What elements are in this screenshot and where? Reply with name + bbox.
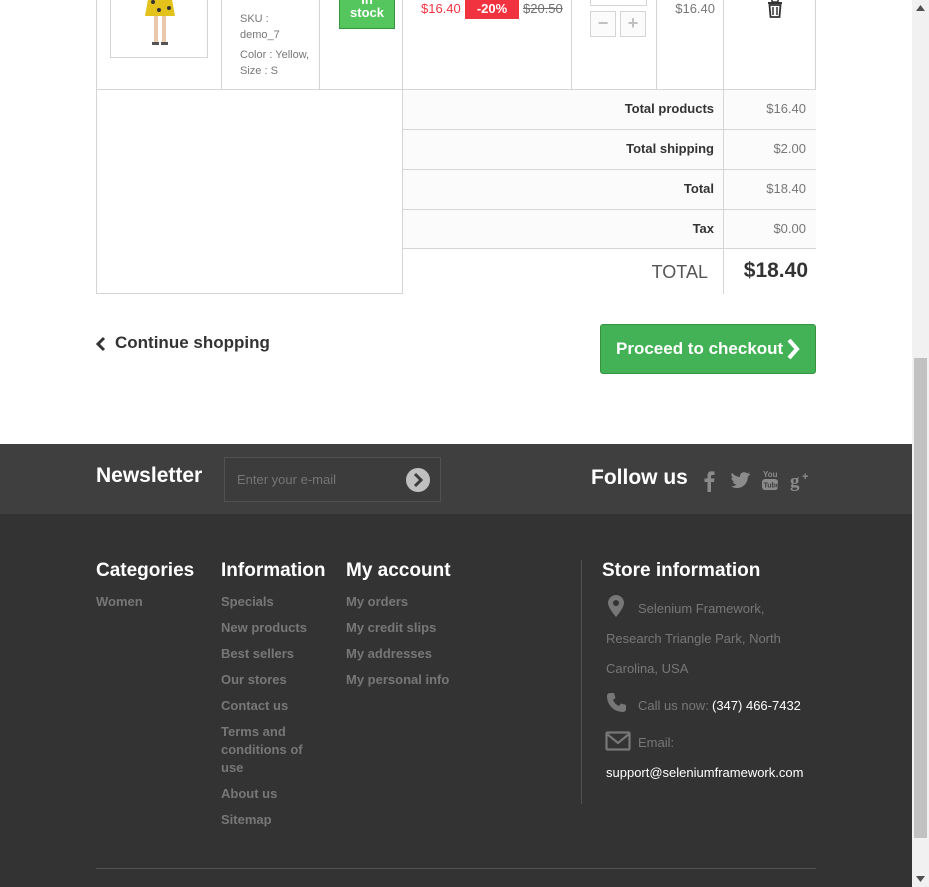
- line-total-cell: $16.40: [656, 0, 723, 90]
- footer-link-best-sellers[interactable]: Best sellers: [221, 645, 294, 663]
- total-label: Total: [683, 181, 714, 196]
- column-divider: [723, 90, 724, 129]
- my-account-title: My account: [346, 560, 451, 581]
- footer-link-personal-info[interactable]: My personal info: [346, 671, 449, 689]
- quantity-decrease-button[interactable]: −: [590, 11, 616, 37]
- footer-link-addresses[interactable]: My addresses: [346, 645, 432, 663]
- sku-value: demo_7: [240, 29, 280, 41]
- chevron-right-icon: [787, 338, 800, 360]
- column-divider: [723, 210, 724, 248]
- cart-row: SKU : demo_7 Color : Yellow, Size : S In…: [96, 0, 816, 90]
- facebook-icon[interactable]: [702, 470, 716, 492]
- categories-title: Categories: [96, 560, 195, 581]
- chevron-left-icon: [96, 336, 106, 352]
- store-divider: [581, 560, 582, 804]
- footer-link-contact-us[interactable]: Contact us: [221, 697, 288, 715]
- follow-us-title: Follow us: [591, 466, 688, 489]
- footer-link-new-products[interactable]: New products: [221, 619, 307, 637]
- store-information-title: Store information: [602, 560, 761, 581]
- in-stock-line2: stock: [350, 5, 384, 20]
- svg-text:g: g: [790, 471, 800, 491]
- store-phone[interactable]: (347) 466-7432: [712, 698, 801, 713]
- continue-shopping-label: Continue shopping: [115, 333, 270, 352]
- total-shipping-label: Total shipping: [626, 141, 714, 156]
- cart-totals: Total products $16.40 Total shipping $2.…: [96, 89, 816, 294]
- availability-cell: In stock: [319, 0, 403, 90]
- scrollbar[interactable]: [912, 0, 929, 887]
- twitter-icon[interactable]: [731, 472, 751, 489]
- page: SKU : demo_7 Color : Yellow, Size : S In…: [0, 0, 929, 887]
- tax-value: $0.00: [773, 221, 806, 236]
- quantity-cell: − +: [571, 0, 657, 90]
- grand-total-label: TOTAL: [651, 262, 708, 282]
- footer-link-credit-slips[interactable]: My credit slips: [346, 619, 436, 637]
- discount-badge: -20%: [465, 0, 519, 19]
- total-row: Total $18.40: [402, 169, 816, 209]
- footer-link-women[interactable]: Women: [96, 593, 143, 611]
- column-divider: [723, 249, 724, 294]
- color-attribute: Color : Yellow,: [240, 49, 310, 61]
- proceed-to-checkout-button[interactable]: Proceed to checkout: [600, 324, 816, 374]
- tax-label: Tax: [692, 221, 714, 236]
- product-description: SKU : demo_7 Color : Yellow, Size : S: [221, 0, 319, 90]
- footer: Categories Women Information Specials Ne…: [0, 514, 912, 887]
- store-address-line3: Carolina, USA: [606, 661, 689, 676]
- in-stock-badge: In stock: [339, 0, 395, 29]
- footer-link-about-us[interactable]: About us: [221, 785, 277, 803]
- store-email[interactable]: support@seleniumframework.com: [606, 765, 803, 780]
- newsletter-bar: Newsletter Follow us You Tube g +: [0, 444, 912, 514]
- total-products-row: Total products $16.40: [402, 89, 816, 129]
- youtube-icon[interactable]: You Tube: [761, 469, 779, 491]
- newsletter-email-input[interactable]: [225, 458, 395, 501]
- column-divider: [723, 170, 724, 209]
- footer-bottom-divider: [96, 868, 816, 869]
- store-address-line1: Selenium Framework,: [638, 601, 765, 616]
- product-image[interactable]: [110, 0, 208, 58]
- scroll-down-arrow-icon[interactable]: [916, 876, 925, 882]
- footer-link-my-orders[interactable]: My orders: [346, 593, 408, 611]
- total-shipping-row: Total shipping $2.00: [402, 129, 816, 169]
- sku-label: SKU :: [240, 13, 269, 25]
- email-label: Email:: [638, 735, 675, 750]
- grand-total-value: $18.40: [743, 259, 808, 282]
- submit-arrow-icon[interactable]: [405, 467, 431, 493]
- tax-row: Tax $0.00: [402, 209, 816, 248]
- size-attribute: Size : S: [240, 65, 278, 77]
- newsletter-title: Newsletter: [96, 464, 203, 487]
- total-value: $18.40: [766, 181, 806, 196]
- newsletter-form: [224, 457, 441, 502]
- delete-cell: [723, 0, 817, 90]
- quantity-increase-button[interactable]: +: [620, 11, 646, 37]
- svg-text:You: You: [763, 470, 778, 479]
- call-us-label: Call us now:: [638, 698, 709, 713]
- trash-icon[interactable]: [765, 0, 785, 18]
- information-title: Information: [221, 560, 326, 581]
- total-products-value: $16.40: [766, 101, 806, 116]
- line-total: $16.40: [675, 1, 715, 16]
- svg-text:+: +: [802, 471, 808, 483]
- column-divider: [723, 130, 724, 169]
- footer-link-terms[interactable]: Terms and conditions of use: [221, 723, 321, 777]
- envelope-icon: [605, 731, 631, 751]
- footer-link-our-stores[interactable]: Our stores: [221, 671, 287, 689]
- footer-link-sitemap[interactable]: Sitemap: [221, 811, 272, 829]
- quantity-input[interactable]: [590, 0, 647, 6]
- unit-price-cell: $16.40 -20% $20.50: [402, 0, 572, 90]
- checkout-label: Proceed to checkout: [616, 339, 784, 358]
- svg-text:Tube: Tube: [764, 483, 780, 490]
- total-shipping-value: $2.00: [773, 141, 806, 156]
- total-products-label: Total products: [624, 101, 714, 116]
- grand-total-row: TOTAL $18.40: [402, 248, 816, 294]
- store-address-line2: Research Triangle Park, North: [606, 631, 781, 646]
- footer-link-specials[interactable]: Specials: [221, 593, 274, 611]
- phone-icon: [607, 693, 626, 712]
- map-marker-icon: [608, 595, 624, 617]
- google-plus-icon[interactable]: g +: [790, 469, 812, 491]
- scrollbar-thumb[interactable]: [914, 358, 927, 838]
- old-price: $20.50: [523, 1, 563, 16]
- special-price: $16.40: [421, 1, 461, 16]
- scroll-up-arrow-icon[interactable]: [916, 5, 925, 11]
